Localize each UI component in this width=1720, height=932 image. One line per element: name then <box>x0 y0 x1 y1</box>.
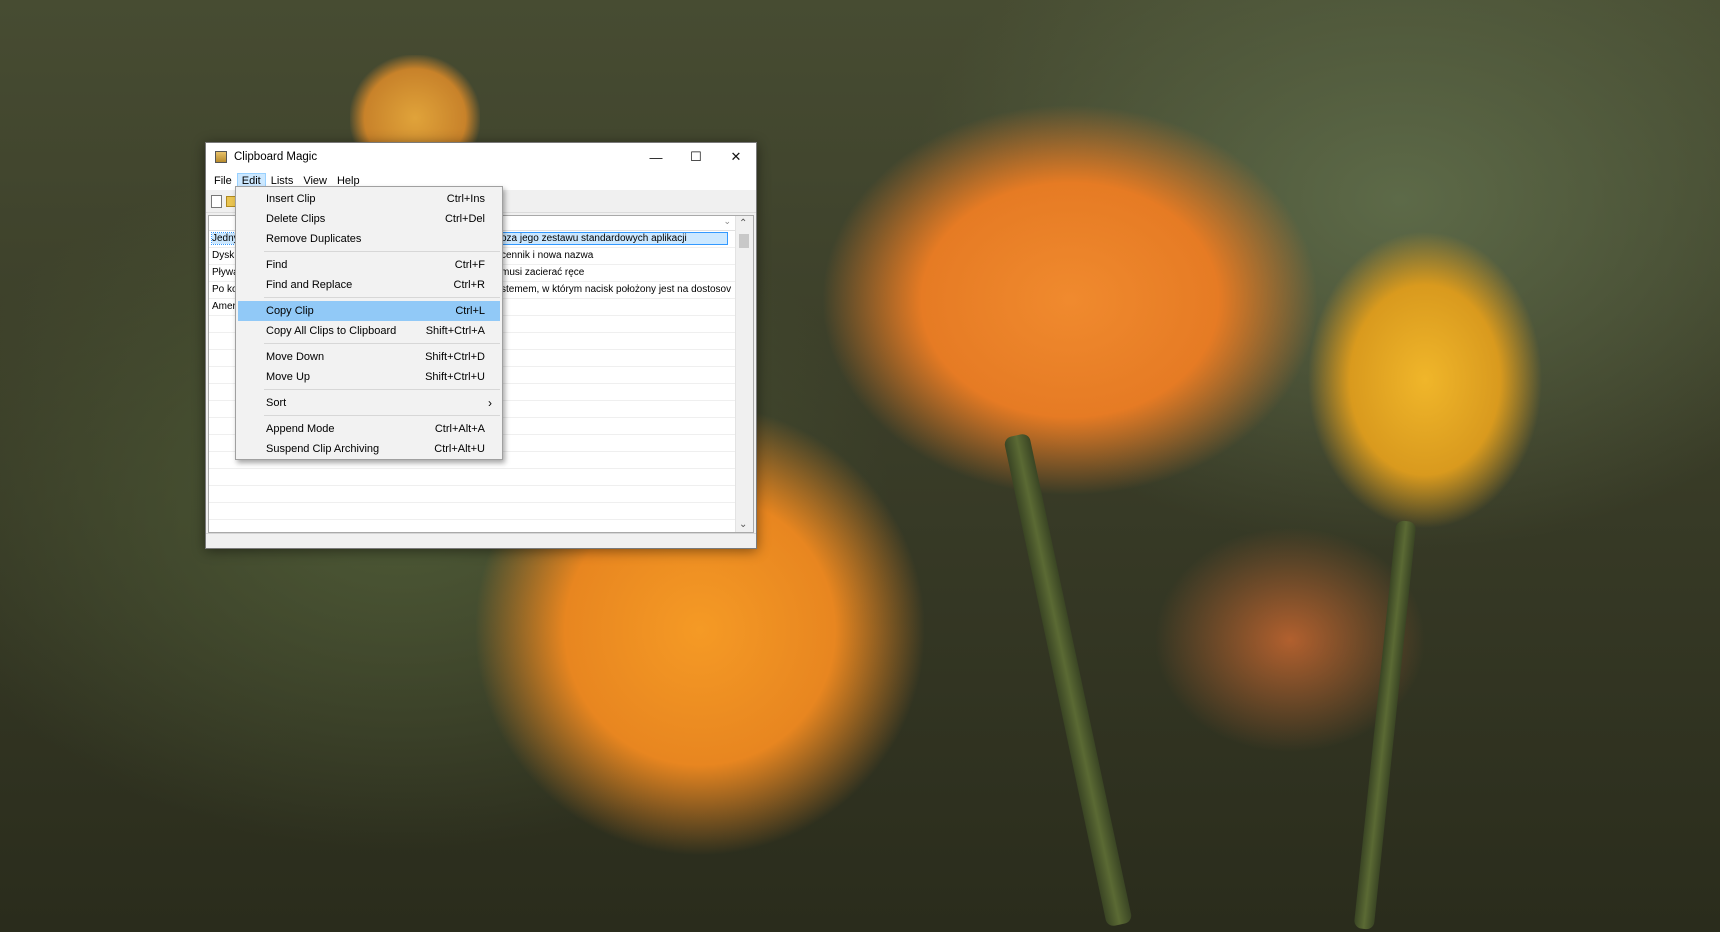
vertical-scrollbar[interactable]: ⌃ ⌄ <box>735 216 753 532</box>
menu-item-label: Delete Clips <box>266 213 326 225</box>
clip-row-visible-text: stemem, w którym nacisk położony jest na… <box>501 284 732 295</box>
clip-row-visible-text: oza jego zestawu standardowych aplikacji <box>498 232 728 245</box>
new-document-icon[interactable] <box>211 194 222 208</box>
menu-separator <box>264 389 500 390</box>
menu-item-label: Insert Clip <box>266 193 316 205</box>
menu-item-shortcut: Ctrl+Alt+A <box>434 423 485 435</box>
menu-item-find[interactable]: Find Ctrl+F <box>236 255 502 275</box>
menu-separator <box>264 251 500 252</box>
submenu-arrow-icon: › <box>488 396 492 410</box>
menu-item-shortcut: Shift+Ctrl+U <box>425 371 485 383</box>
menu-item-shortcut: Ctrl+F <box>454 259 485 271</box>
edit-menu-dropdown: Insert Clip Ctrl+Ins Delete Clips Ctrl+Del R… <box>235 186 503 460</box>
scroll-down-icon[interactable]: ⌄ <box>739 519 747 530</box>
menu-item-shortcut: Shift+Ctrl+D <box>425 351 485 363</box>
wallpaper-butterfly <box>350 55 480 145</box>
wallpaper-stem <box>1003 432 1133 928</box>
menu-separator <box>264 297 500 298</box>
clip-row-lead-text: Amer <box>212 301 236 312</box>
empty-row <box>209 503 735 520</box>
menu-item-find-and-replace[interactable]: Find and Replace Ctrl+R <box>236 275 502 295</box>
menu-item-label: Copy Clip <box>266 305 314 317</box>
menu-item-remove-duplicates[interactable]: Remove Duplicates <box>236 229 502 249</box>
scroll-up-icon[interactable]: ⌃ <box>739 218 747 229</box>
menu-item-label: Move Up <box>266 371 311 383</box>
scroll-thumb[interactable] <box>739 234 749 248</box>
window-title: Clipboard Magic <box>234 151 318 163</box>
menu-file[interactable]: File <box>209 173 237 189</box>
menu-item-append-mode[interactable]: Append Mode Ctrl+Alt+A <box>236 419 502 439</box>
status-bar <box>206 533 756 548</box>
empty-row <box>209 486 735 503</box>
menu-item-insert-clip[interactable]: Insert Clip Ctrl+Ins <box>236 189 502 209</box>
menu-item-label: Suspend Clip Archiving <box>266 443 380 455</box>
menu-item-label: Copy All Clips to Clipboard <box>266 325 397 337</box>
menu-item-suspend-clip-archiving[interactable]: Suspend Clip Archiving Ctrl+Alt+U <box>236 439 502 459</box>
clip-row-visible-text: cennik i nowa nazwa <box>501 250 594 261</box>
menu-item-label: Find and Replace <box>266 279 353 291</box>
menu-item-shortcut: Ctrl+Ins <box>446 193 485 205</box>
menu-item-shortcut: Ctrl+Alt+U <box>434 443 485 455</box>
menu-item-label: Move Down <box>266 351 325 363</box>
menu-item-shortcut: Ctrl+L <box>455 305 485 317</box>
clip-row-lead-text: Dysk <box>212 250 235 261</box>
menu-item-label: Remove Duplicates <box>266 233 362 245</box>
menu-separator <box>264 415 500 416</box>
menu-item-shortcut: Shift+Ctrl+A <box>425 325 485 337</box>
menu-item-shortcut: Ctrl+Del <box>444 213 485 225</box>
empty-row <box>209 469 735 486</box>
minimize-button[interactable]: — <box>636 143 676 171</box>
clipboard-app-icon <box>215 151 227 163</box>
menu-item-label: Sort <box>266 397 287 409</box>
menu-separator <box>264 343 500 344</box>
menu-item-label: Append Mode <box>266 423 335 435</box>
menu-item-delete-clips[interactable]: Delete Clips Ctrl+Del <box>236 209 502 229</box>
title-bar[interactable]: Clipboard Magic — ☐ ✕ <box>206 143 756 171</box>
menu-item-sort[interactable]: Sort › <box>236 393 502 413</box>
maximize-button[interactable]: ☐ <box>676 143 716 171</box>
clip-row-lead-text: Po ko <box>212 284 238 295</box>
clip-row-visible-text: musi zacierać ręce <box>501 267 585 278</box>
wallpaper-stem <box>1353 520 1417 930</box>
sort-indicator-icon: ⌄ <box>723 216 731 226</box>
menu-item-shortcut: Ctrl+R <box>453 279 485 291</box>
menu-item-move-up[interactable]: Move Up Shift+Ctrl+U <box>236 367 502 387</box>
menu-item-copy-all-clips-to-clipboard[interactable]: Copy All Clips to Clipboard Shift+Ctrl+A <box>236 321 502 341</box>
close-button[interactable]: ✕ <box>716 143 756 171</box>
menu-item-label: Find <box>266 259 288 271</box>
menu-item-copy-clip[interactable]: Copy Clip Ctrl+L <box>238 301 500 321</box>
menu-item-move-down[interactable]: Move Down Shift+Ctrl+D <box>236 347 502 367</box>
